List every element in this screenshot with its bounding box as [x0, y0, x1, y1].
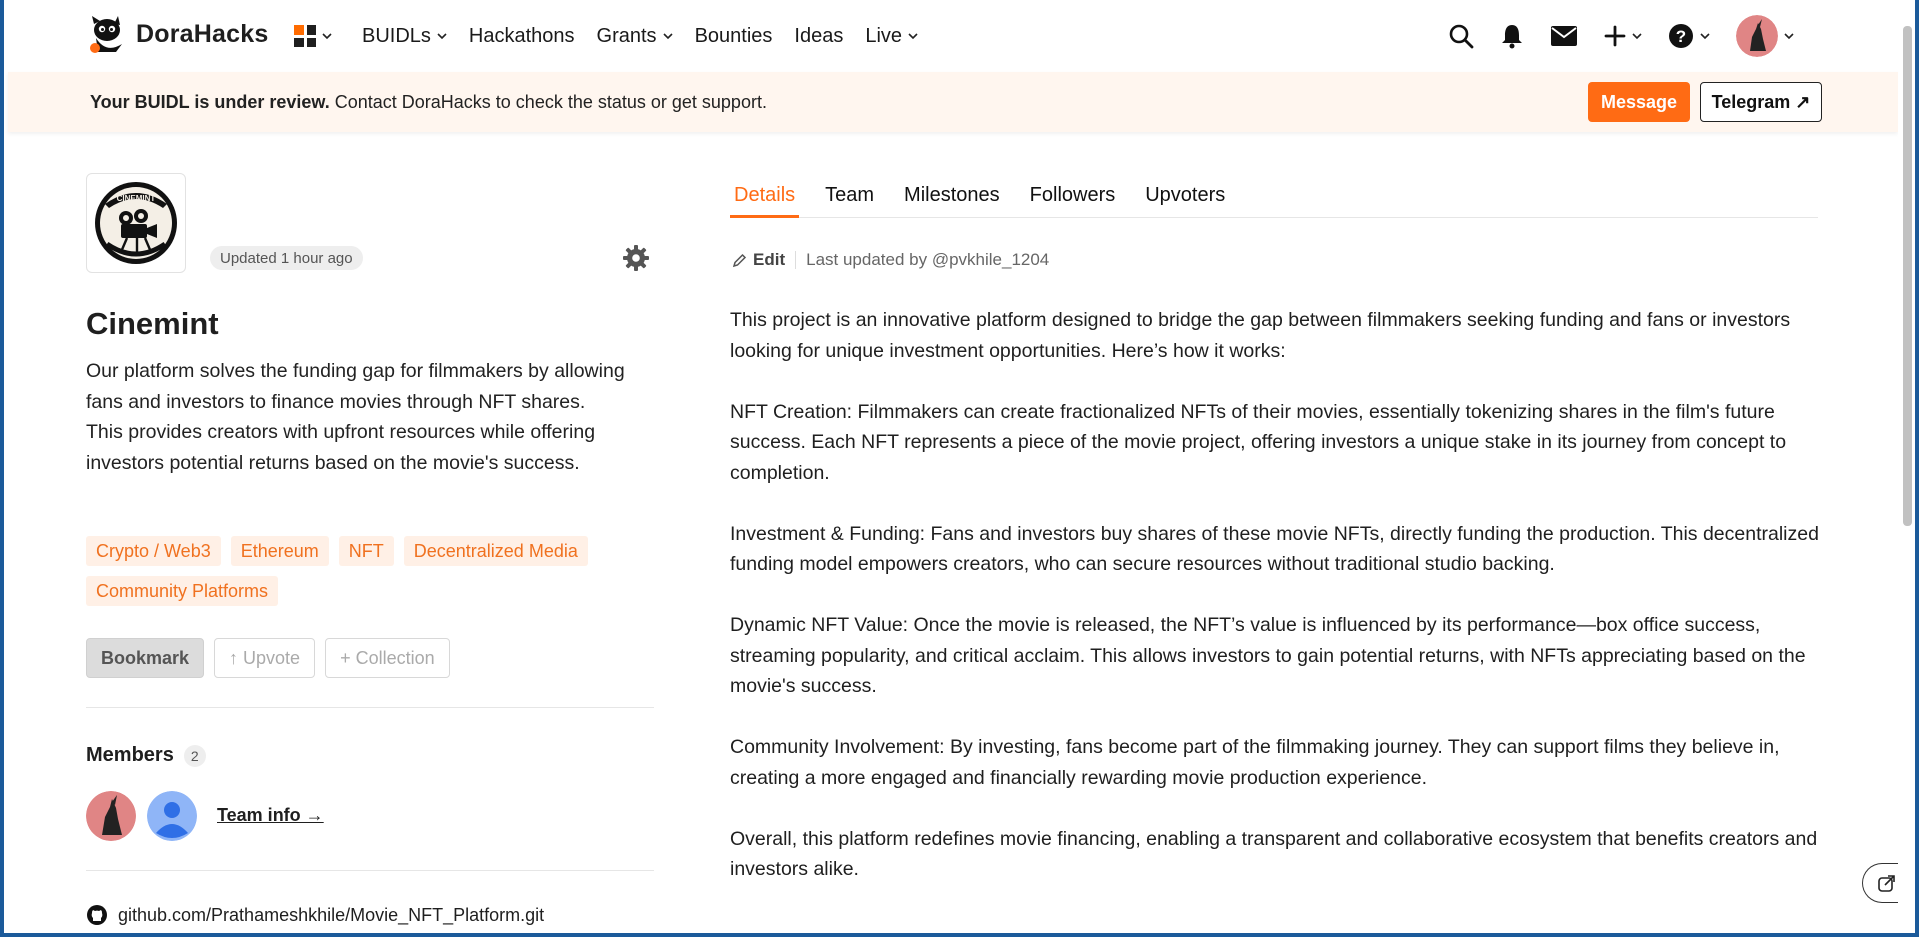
help-icon: ?	[1669, 24, 1693, 48]
nav-grants[interactable]: Grants	[597, 25, 673, 48]
details-paragraph: Dynamic NFT Value: Once the movie is rel…	[730, 614, 1806, 697]
nav-label: Live	[865, 24, 903, 47]
member-avatar[interactable]	[86, 791, 136, 841]
message-button[interactable]: Message	[1588, 82, 1690, 122]
nav-label: Grants	[596, 24, 657, 47]
nav-label: BUIDLs	[362, 24, 431, 47]
github-link[interactable]: github.com/Prathameshkhile/Movie_NFT_Pla…	[86, 904, 544, 926]
nav-actions: ?	[1448, 14, 1794, 58]
review-banner: Your BUIDL is under review. Contact Dora…	[8, 72, 1898, 132]
details-paragraph: NFT Creation: Filmmakers can create frac…	[730, 400, 1787, 484]
tab-upvoters[interactable]: Upvoters	[1141, 184, 1229, 218]
edit-row: Edit Last updated by @pvkhile_1204	[732, 250, 1049, 270]
divider	[86, 707, 654, 708]
nav-label: Hackathons	[468, 24, 575, 47]
tag-crypto-web3[interactable]: Crypto / Web3	[86, 536, 221, 566]
nav-bounties[interactable]: Bounties	[695, 25, 773, 48]
nav-label: Ideas	[794, 24, 844, 47]
tag-nft[interactable]: NFT	[338, 536, 394, 566]
details-paragraph: Overall, this platform redefines movie f…	[730, 827, 1818, 881]
project-logo: CINEMINT	[86, 173, 186, 273]
project-title: Cinemint	[86, 306, 219, 341]
user-avatar-image	[1736, 15, 1778, 57]
apps-grid-icon	[294, 25, 316, 47]
bookmark-button[interactable]: Bookmark	[86, 638, 205, 678]
tag-decentralized-media[interactable]: Decentralized Media	[403, 536, 588, 566]
help-menu-button[interactable]: ?	[1668, 23, 1710, 49]
nav-hackathons[interactable]: Hackathons	[469, 25, 575, 48]
nav-label: Bounties	[694, 24, 773, 47]
tag-community-platforms[interactable]: Community Platforms	[86, 576, 279, 606]
avatar	[1736, 15, 1778, 57]
cinemint-logo-icon: CINEMINT	[95, 182, 177, 264]
tab-team[interactable]: Team	[821, 184, 878, 218]
main-menu: BUIDLs Hackathons Grants Bounties Ideas …	[294, 0, 940, 72]
bell-icon	[1502, 25, 1522, 49]
members-label: Members	[86, 744, 174, 766]
details-paragraph: This project is an innovative platform d…	[730, 309, 1791, 362]
upvote-button[interactable]: ↑ Upvote	[214, 638, 316, 678]
svg-text:CINEMINT: CINEMINT	[117, 194, 156, 203]
notifications-button[interactable]	[1500, 23, 1524, 49]
github-icon	[87, 905, 107, 925]
team-info-link[interactable]: Team info →	[217, 805, 324, 826]
tab-details[interactable]: Details	[730, 184, 800, 218]
add-collection-button[interactable]: + Collection	[325, 638, 450, 678]
search-icon	[1449, 24, 1474, 49]
members-heading: Members 2	[86, 744, 206, 767]
pencil-icon	[732, 253, 747, 267]
divider	[86, 870, 654, 871]
scrollbar-thumb[interactable]	[1903, 26, 1912, 526]
search-button[interactable]	[1448, 23, 1474, 49]
chevron-down-icon	[1700, 33, 1710, 40]
details-paragraph: Community Involvement: By investing, fan…	[730, 736, 1780, 789]
updated-badge: Updated 1 hour ago	[210, 246, 363, 270]
plus-icon	[1604, 25, 1626, 47]
nav-live[interactable]: Live	[865, 25, 918, 48]
chevron-down-icon	[1784, 33, 1794, 40]
chevron-down-icon	[437, 33, 447, 40]
share-icon	[1877, 875, 1895, 892]
nav-buidls[interactable]: BUIDLs	[362, 25, 447, 48]
user-menu-button[interactable]	[1736, 15, 1794, 57]
edit-label: Edit	[753, 250, 786, 269]
create-menu-button[interactable]	[1604, 25, 1642, 47]
chevron-down-icon	[322, 33, 332, 40]
default-user-icon	[147, 791, 197, 841]
detail-tabs: Details Team Milestones Followers Upvote…	[730, 184, 1818, 218]
messages-button[interactable]	[1550, 25, 1578, 47]
chevron-down-icon	[662, 33, 673, 40]
svg-text:?: ?	[1676, 27, 1686, 46]
divider	[795, 251, 797, 269]
telegram-button[interactable]: Telegram ↗	[1700, 82, 1822, 122]
github-url: github.com/Prathameshkhile/Movie_NFT_Pla…	[118, 904, 545, 925]
mail-icon	[1551, 26, 1577, 46]
banner-message: Your BUIDL is under review. Contact Dora…	[90, 92, 767, 113]
chevron-down-icon	[908, 33, 918, 40]
edit-button[interactable]: Edit	[732, 250, 785, 270]
member-avatar-image	[86, 791, 136, 841]
page-frame: DoraHacks BUIDLs Hackathons Grants Bount…	[4, 0, 1915, 933]
member-avatar[interactable]	[147, 791, 197, 841]
last-updated-text: Last updated by @pvkhile_1204	[806, 250, 1050, 269]
project-actions: Bookmark ↑ Upvote + Collection	[86, 638, 450, 678]
tag-list: Crypto / Web3 Ethereum NFT Decentralized…	[86, 536, 646, 606]
tab-milestones[interactable]: Milestones	[900, 184, 1004, 218]
top-nav: DoraHacks BUIDLs Hackathons Grants Bount…	[4, 0, 1898, 72]
dorahacks-logo-icon	[90, 16, 122, 53]
gear-icon[interactable]	[622, 244, 650, 272]
chevron-down-icon	[1632, 33, 1642, 40]
members-count-badge: 2	[183, 744, 206, 767]
nav-ideas[interactable]: Ideas	[794, 25, 843, 48]
brand-name: DoraHacks	[136, 19, 269, 48]
banner-detail-text: Contact DoraHacks to check the status or…	[329, 92, 767, 112]
tag-ethereum[interactable]: Ethereum	[230, 536, 329, 566]
brand-logo[interactable]: DoraHacks	[86, 14, 268, 54]
project-description: Our platform solves the funding gap for …	[86, 360, 625, 474]
banner-bold-text: Your BUIDL is under review.	[90, 92, 330, 112]
tab-followers[interactable]: Followers	[1026, 184, 1120, 218]
apps-menu-button[interactable]	[294, 25, 332, 47]
project-details-content: This project is an innovative platform d…	[730, 305, 1820, 915]
details-paragraph: Investment & Funding: Fans and investors…	[730, 522, 1819, 576]
